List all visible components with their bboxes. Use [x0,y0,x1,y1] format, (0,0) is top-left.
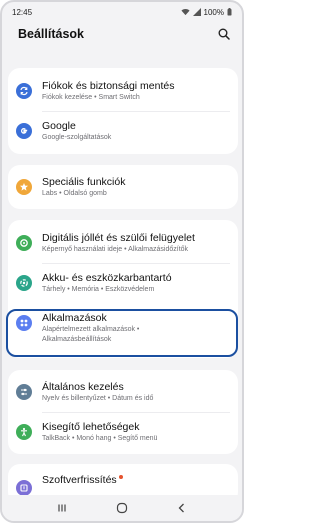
settings-item-accessibility[interactable]: Kisegítő lehetőségek TalkBack • Monó han… [8,413,238,451]
wifi-icon [180,9,190,16]
recents-icon[interactable] [56,502,68,514]
settings-item-google[interactable]: Google Google-szolgáltatások [8,112,238,150]
signal-icon [192,8,201,16]
status-icons: 100% [180,7,232,17]
item-subtitle: Tárhely • Memória • Eszközvédelem [42,285,155,293]
navigation-bar [2,495,242,521]
battery-icon [227,8,232,16]
item-title: Akku- és eszközkarbantartó [42,271,172,284]
settings-item-accounts[interactable]: Fiókok és biztonsági mentés Fiókok kezel… [8,72,238,110]
update-icon [16,480,32,496]
accessibility-icon [16,424,32,440]
settings-item-device-care[interactable]: Akku- és eszközkarbantartó Tárhely • Mem… [8,264,238,302]
item-title: Kisegítő lehetőségek [42,420,140,433]
item-title: Fiókok és biztonsági mentés [42,79,175,92]
item-subtitle: Képernyő használati ideje • Alkalmazásid… [42,245,189,253]
item-subtitle: Google-szolgáltatások [42,133,112,141]
settings-card-general: Általános kezelés Nyelv és billentyűzet … [8,370,238,454]
search-icon[interactable] [218,28,230,40]
selection-highlight [6,309,238,357]
phone-frame: 12:45 100% Beállítások Fiókok és biztons… [0,0,244,523]
wellbeing-icon [16,235,32,251]
item-subtitle: Fiókok kezelése • Smart Switch [42,93,140,101]
update-badge [118,475,123,479]
update-title: Szoftverfrissítés [42,474,117,486]
item-subtitle: Nyelv és billentyűzet • Dátum és idő [42,394,154,402]
home-icon[interactable] [116,502,128,514]
item-title: Általános kezelés [42,380,124,393]
sync-icon [16,83,32,99]
settings-card-advanced: Speciális funkciók Labs • Oldalsó gomb [8,165,238,209]
item-subtitle: Labs • Oldalsó gomb [42,189,107,197]
status-bar: 12:45 100% [2,2,242,22]
page-title: Beállítások [18,27,85,41]
page-header: Beállítások [2,20,242,48]
item-subtitle: TalkBack • Monó hang • Segítő menü [42,434,158,442]
settings-card-accounts: Fiókok és biztonsági mentés Fiókok kezel… [8,68,238,154]
battery-percent: 100% [203,7,224,17]
sliders-icon [16,384,32,400]
back-icon[interactable] [176,502,188,514]
item-title: Digitális jóllét és szülői felügyelet [42,231,195,244]
item-title: Speciális funkciók [42,175,126,188]
item-title: Google [42,119,76,132]
care-icon [16,275,32,291]
settings-item-general[interactable]: Általános kezelés Nyelv és billentyűzet … [8,373,238,411]
settings-item-wellbeing[interactable]: Digitális jóllét és szülői felügyelet Ké… [8,224,238,262]
item-title: Szoftverfrissítés [42,474,230,487]
google-icon [16,123,32,139]
settings-item-advanced[interactable]: Speciális funkciók Labs • Oldalsó gomb [8,168,238,206]
star-icon [16,179,32,195]
status-time: 12:45 [12,7,33,17]
